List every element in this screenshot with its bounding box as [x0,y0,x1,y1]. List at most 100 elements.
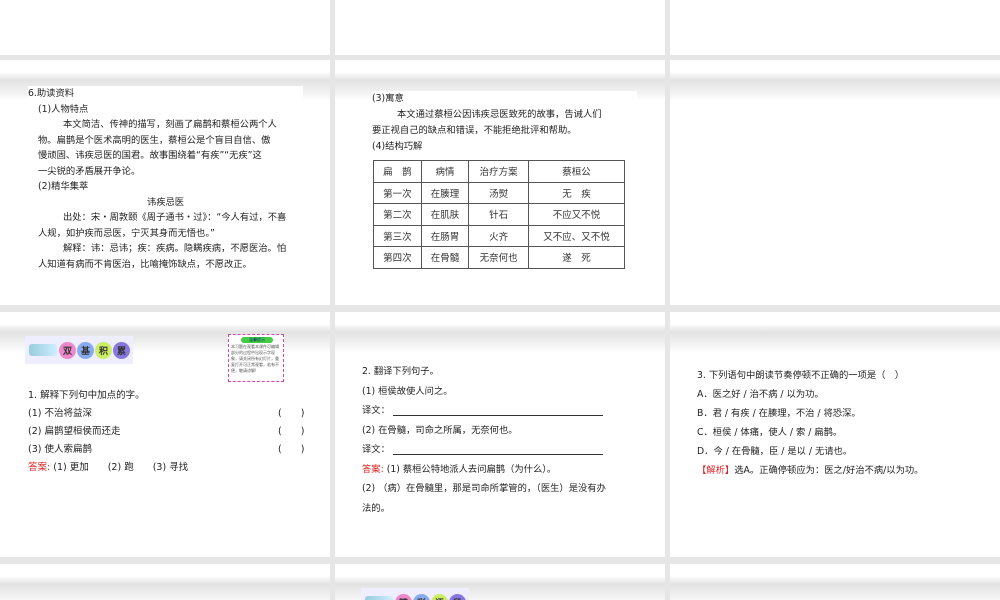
sentence: (1) 桓侯故使人问之。 [362,385,453,397]
answer-text: 法的。 [362,502,390,514]
question-2: 2. 翻译下列句子。 (1) 桓侯故使人问之。 译文： (2) 在骨髓，司命之所… [362,362,657,518]
banner-char: 基 [77,341,94,359]
text-line: 慢顽固、讳疾忌医的国君。故事围绕着“有疾”“无疾”这 [38,150,262,161]
banner-char: 彩 [413,593,430,600]
option-b: B．君 / 有疾 / 在腠理，不治 / 将恐深。 [697,408,861,419]
table-cell: 治疗方案 [468,160,530,183]
text-line: 要正视自己的缺点和错误，不能拒绝批评和帮助。 [372,125,577,136]
subheading: (4)结构巧解 [372,141,423,152]
table-cell: 第一次 [373,181,422,204]
banner-char: 精 [395,593,412,600]
table-cell: 不应又不悦 [528,203,625,226]
table-cell: 第二次 [373,203,422,226]
heading: 6.助读资料 [28,88,75,99]
answer-text: (2) （病）在骨髓里，那是司命所掌管的，（医生）是没有办 [362,483,606,494]
answer-paren: ( ) [278,444,305,455]
tip-box: 温馨提示 本习题在观看本课件可编辑部分的过程中出现示字现象，请关闭所有幻灯片，重… [228,334,284,382]
translation-label: 译文： [362,405,390,416]
slide-thumbnail[interactable] [335,0,665,55]
subheading: (3)寓意 [372,93,404,104]
table-row: 第二次 在肌肤 针石 不应又不悦 [373,203,625,226]
table-cell: 蔡桓公 [528,160,625,183]
slide-question-1[interactable]: 双 基 积 累 温馨提示 本习题在观看本课件可编辑部分的过程中出现示字现象，请关… [0,312,330,557]
table-cell: 针石 [468,203,530,226]
slide-question-2[interactable]: 2. 翻译下列句子。 (1) 桓侯故使人问之。 译文： (2) 在骨髓，司命之所… [335,312,665,557]
analysis-text: 选A。正确停顿应为：医之/好治不病/以为功。 [734,465,924,476]
question-item: (1) 不治将益深 [28,408,92,419]
question-item: (3) 使人索扁鹊 [28,444,92,455]
table-row: 第四次 在骨髓 无奈何也遂 死 [373,246,625,269]
question-1: 1. 解释下列句中加点的字。 (1) 不治将益深 ( ) (2) 扁鹊望桓侯而还走… [28,387,318,477]
table-cell: 第三次 [373,224,422,247]
translation-blank[interactable] [392,445,603,455]
header-swoosh [670,312,1000,352]
header-swoosh [670,60,1000,100]
section-banner: 双 基 积 累 [25,336,133,364]
table-cell: 无 疾 [528,181,625,204]
text-line: 解释：讳：忌讳；疾：疾病。隐瞒疾病，不愿医治。怕 [63,243,287,254]
table-cell: 在肌肤 [420,203,470,226]
slide-thumbnail[interactable] [0,564,330,600]
translation-label: 译文： [362,444,390,455]
table-cell: 在肠胃 [420,224,470,247]
table-cell: 在骨髓 [420,246,470,269]
subheading: (1)人物特点 [38,103,89,115]
banner-char: 累 [113,341,130,359]
header-swoosh [670,564,1000,600]
answer-paren: ( ) [278,426,305,437]
text-line: 人规，如护疾而忌医，宁灭其身而无悟也。” [38,227,215,239]
slide-thumbnail[interactable] [670,564,1000,600]
book-icon [29,344,57,356]
slide-thumbnail[interactable] [670,0,1000,55]
section-banner: 精 彩 语 段 [361,588,469,600]
slide-reading-material[interactable]: 6.助读资料 (1)人物特点 本文简洁、传神的描写，刻画了扁鹊和蔡桓公两个人 物… [0,60,330,305]
table-row: 扁 鹊病情 治疗方案 蔡桓公 [373,160,625,183]
table-cell: 又不应、又不悦 [528,224,625,247]
structure-table: 扁 鹊病情 治疗方案 蔡桓公 第一次 在腠理 汤熨无 疾第二次 在肌肤 针石 不应又不悦 第三次在… [373,160,625,269]
table-row: 第三次 在肠胃 火齐 又不应、又不悦 [373,224,625,247]
answer-label: 答案: [28,462,51,473]
header-swoosh [335,312,665,352]
moral-text: (3)寓意 本文通过蔡桓公因讳疾忌医致死的故事，告诫人们 要正视自己的缺点和错误… [372,91,637,155]
table-cell: 无奈何也 [468,246,530,269]
question-title: 2. 翻译下列句子。 [362,366,439,377]
text-line: 本文通过蔡桓公因讳疾忌医致死的故事，告诫人们 [397,109,602,120]
tip-text: 本习题在观看本课件可编辑部分的过程中出现示字现象，请关闭所有幻灯片，重复打开可正… [231,344,279,373]
table-row: 第一次 在腠理 汤熨无 疾 [373,181,625,204]
slide-thumbnail[interactable] [670,60,1000,305]
option-c: C．桓侯 / 体痛，使人 / 索 / 扁鹊。 [697,427,843,438]
subheading: (2)精华集萃 [38,181,89,192]
slide-thumbnail[interactable]: 精 彩 语 段 [335,564,665,600]
question-item: (2) 扁鹊望桓侯而还走 [28,426,121,437]
option-a: A．医之好 / 治不病 / 以为功。 [697,389,824,400]
answer-paren: ( ) [278,408,305,419]
tip-title: 温馨提示 [241,337,273,343]
idiom-title: 讳疾忌医 [146,196,185,208]
text-line: 一尖锐的矛盾展开争论。 [38,165,141,177]
table-cell: 遂 死 [528,246,625,269]
table-cell: 火齐 [468,224,530,247]
table-cell: 汤熨 [468,181,530,204]
answer-text: (1) 蔡桓公特地派人去问扁鹊（为什么）。 [386,463,557,475]
text-line: 出处：宋・周敦颐《周子通书・过》：“今人有过，不喜 [63,212,287,223]
text-line: 本文简洁、传神的描写，刻画了扁鹊和蔡桓公两个人 [63,119,277,130]
slide-moral-structure[interactable]: (3)寓意 本文通过蔡桓公因讳疾忌医致死的故事，告诫人们 要正视自己的缺点和错误… [335,60,665,305]
option-d: D．今 / 在骨髓，臣 / 是以 / 无请也。 [697,446,853,457]
header-swoosh [0,564,330,600]
slide-question-3[interactable]: 3. 下列语句中朗读节奏停顿不正确的一项是（ ） A．医之好 / 治不病 / 以… [670,312,1000,557]
table-cell: 在腠理 [420,181,470,204]
banner-char: 双 [59,341,76,359]
text-line: 人知道有病而不肯医治，比喻掩饰缺点，不愿改正。 [38,258,252,270]
banner-char: 段 [449,593,466,600]
banner-char: 语 [431,593,448,600]
question-3: 3. 下列语句中朗读节奏停顿不正确的一项是（ ） A．医之好 / 治不病 / 以… [697,366,992,480]
question-title: 1. 解释下列句中加点的字。 [28,390,145,401]
answer-label: 答案: [362,463,384,475]
book-icon [365,596,393,600]
translation-blank[interactable] [392,406,603,416]
banner-char: 积 [95,341,112,359]
reading-text: 6.助读资料 (1)人物特点 本文简洁、传神的描写，刻画了扁鹊和蔡桓公两个人 物… [28,86,303,272]
sentence: (2) 在骨髓，司命之所属，无奈何也。 [362,424,518,436]
slide-thumbnail[interactable] [0,0,330,55]
answer-text: (1) 更加 (2) 跑 (3) 寻找 [53,462,189,473]
